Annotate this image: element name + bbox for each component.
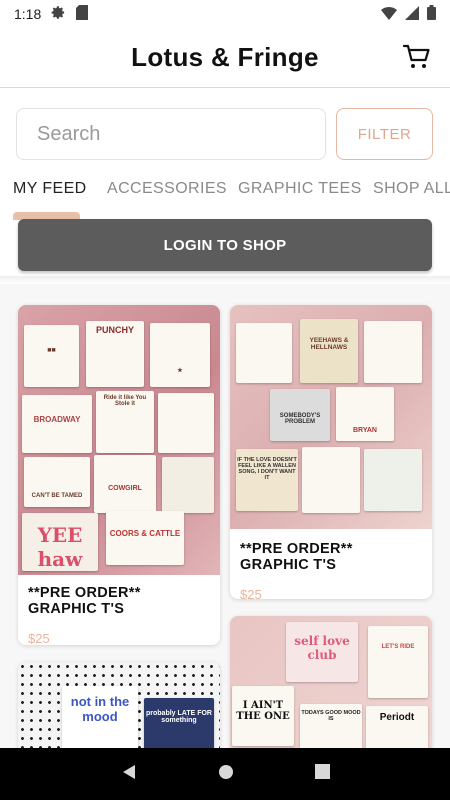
settings-gear-icon: [51, 5, 66, 23]
status-bar: 1:18: [0, 0, 450, 28]
product-card[interactable]: self love club LET'S RIDE I AIN'T THE ON…: [230, 616, 432, 748]
home-icon[interactable]: [218, 764, 234, 785]
app-title: Lotus & Fringe: [131, 42, 319, 72]
product-price: $25: [28, 631, 50, 645]
product-image-text: PUNCHY: [95, 325, 134, 335]
product-image-text: self love club: [294, 634, 350, 662]
search-row: FILTER: [16, 108, 434, 160]
product-image[interactable]: self love club LET'S RIDE I AIN'T THE ON…: [230, 616, 432, 748]
recents-icon[interactable]: [314, 764, 330, 784]
cart-button[interactable]: [402, 42, 432, 72]
product-image-text: Periodt: [379, 712, 415, 723]
search-input[interactable]: [16, 108, 326, 160]
product-price: $25: [240, 587, 262, 599]
product-card[interactable]: YEEHAWS & HELLNAWS SOMEBODY'S PROBLEM BR…: [230, 305, 432, 599]
back-icon[interactable]: [121, 764, 137, 785]
sd-card-icon: [76, 5, 89, 23]
tab-accessories[interactable]: ACCESSORIES: [107, 180, 227, 198]
tab-my-feed[interactable]: MY FEED: [13, 180, 87, 198]
product-image-text: probably LATE FOR something: [146, 710, 212, 724]
product-card[interactable]: not in the mood probably LATE FOR someth…: [18, 662, 220, 748]
product-feed: ■■ PUNCHY ★ BROADWAY Ride it like You St…: [0, 284, 450, 748]
status-time: 1:18: [14, 6, 42, 22]
product-image-text: TODAYS GOOD MOOD IS: [301, 710, 361, 722]
tab-shop-all[interactable]: SHOP ALL: [373, 180, 450, 198]
product-image-text: COWGIRL: [108, 485, 142, 492]
product-image[interactable]: not in the mood probably LATE FOR someth…: [18, 662, 220, 748]
product-image-text: LET'S RIDE: [381, 644, 415, 650]
product-image-text: BROADWAY: [33, 415, 81, 424]
tab-graphic-tees[interactable]: GRAPHIC TEES: [238, 180, 362, 198]
product-image-text: CAN'T BE TAMED: [31, 493, 83, 499]
battery-icon: [427, 5, 436, 23]
filter-button[interactable]: FILTER: [336, 108, 433, 160]
product-image-text: not in the mood: [70, 694, 130, 724]
product-image-text: YEE haw: [37, 523, 83, 571]
product-image-text: COORS & CATTLE: [109, 529, 181, 538]
product-image-text: Ride it like You Stole it: [103, 395, 147, 407]
system-nav-bar: [0, 748, 450, 800]
product-image-text: BRYAN: [353, 427, 377, 434]
product-card[interactable]: ■■ PUNCHY ★ BROADWAY Ride it like You St…: [18, 305, 220, 645]
category-tabs: MY FEED ACCESSORIES GRAPHIC TEES SHOP AL…: [0, 172, 450, 212]
product-image[interactable]: YEEHAWS & HELLNAWS SOMEBODY'S PROBLEM BR…: [230, 305, 432, 529]
app-header: Lotus & Fringe: [0, 28, 450, 88]
shopping-cart-icon: [402, 44, 430, 68]
login-to-shop-button[interactable]: LOGIN TO SHOP: [18, 219, 432, 271]
wifi-icon: [381, 6, 397, 23]
product-image-text: IF THE LOVE DOESN'T FEEL LIKE A WALLEN S…: [237, 457, 297, 481]
product-title[interactable]: **PRE ORDER** GRAPHIC T'S: [230, 541, 432, 573]
product-image-text: SOMEBODY'S PROBLEM: [279, 413, 321, 425]
product-title[interactable]: **PRE ORDER** GRAPHIC T'S: [18, 585, 220, 617]
product-image-text: I AIN'T THE ONE: [236, 700, 290, 722]
product-image-text: YEEHAWS & HELLNAWS: [309, 337, 349, 351]
signal-icon: [405, 5, 419, 23]
product-image[interactable]: ■■ PUNCHY ★ BROADWAY Ride it like You St…: [18, 305, 220, 575]
section-divider: [0, 276, 450, 284]
